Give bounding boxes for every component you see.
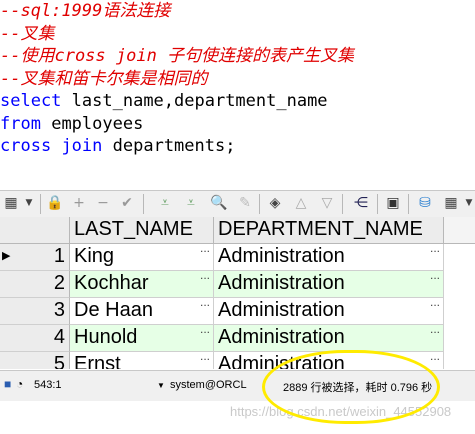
cell-last-name[interactable]: King...: [70, 244, 214, 271]
records-icon: ■: [4, 377, 12, 391]
clock-icon: ◔: [16, 377, 24, 391]
cell-department-name[interactable]: Administration...: [214, 271, 444, 298]
code-line: --叉集: [0, 23, 55, 44]
grid-toolbar: ▦ ▼ 🔒 + − ✔ ⩡ ⩡ 🔍 ✎ ◈ △ ▽ ⋲ ▣ ⛁ ▦ ▼: [0, 190, 475, 218]
cell-editor-button[interactable]: ...: [200, 325, 210, 342]
toolbar-separator: [377, 194, 378, 214]
sql-keyword: select: [0, 91, 62, 111]
cell-department-name[interactable]: Administration...: [214, 325, 444, 352]
cell-editor-button[interactable]: ...: [430, 244, 440, 261]
code-line: --叉集和笛卡尔集是相同的: [0, 68, 208, 89]
cell-editor-button[interactable]: ...: [430, 325, 440, 342]
code-line: --sql:1999语法连接: [0, 1, 171, 21]
sql-keyword: from: [0, 113, 41, 134]
sql-keyword: cross: [0, 136, 52, 156]
dropdown-arrow-icon[interactable]: ▼: [460, 194, 475, 212]
cell-editor-button[interactable]: ...: [430, 298, 440, 315]
query-by-example-icon[interactable]: ◈: [266, 194, 284, 212]
cell-text: King: [74, 245, 115, 267]
cell-text: Administration: [218, 272, 345, 294]
code-line: --使用cross join 子句使连接的表产生叉集: [0, 46, 355, 66]
column-header-department-name[interactable]: DEPARTMENT_NAME: [214, 217, 444, 244]
grid-menu-icon[interactable]: ▦: [2, 194, 20, 212]
current-row-indicator-icon: ▶: [2, 250, 11, 262]
cell-last-name[interactable]: Kochhar...: [70, 271, 214, 298]
sort-up-icon[interactable]: △: [292, 194, 310, 212]
find-icon[interactable]: 🔍: [210, 194, 228, 212]
code-line: from employees: [0, 113, 143, 136]
result-grid[interactable]: LAST_NAME DEPARTMENT_NAME 1 ▶ King... Admin…: [0, 217, 475, 369]
lock-icon[interactable]: 🔒: [46, 194, 64, 212]
explain-plan-icon[interactable]: ⋲: [352, 194, 370, 212]
toolbar-separator: [259, 194, 260, 214]
column-header-filler: [444, 217, 475, 244]
sql-keyword: join: [61, 136, 103, 156]
row-number[interactable]: 3: [0, 298, 70, 325]
column-header-label: LAST_NAME: [74, 218, 193, 240]
row-number[interactable]: 4: [0, 325, 70, 352]
cursor-position: 543:1: [34, 379, 62, 391]
cell-department-name[interactable]: Administration...: [214, 244, 444, 271]
sql-token: employees: [51, 113, 144, 134]
toolbar-separator: [342, 194, 343, 214]
export-icon[interactable]: ⛁: [416, 194, 434, 212]
clear-icon[interactable]: ✎: [236, 194, 254, 212]
grid-corner[interactable]: [0, 217, 70, 244]
cell-editor-button[interactable]: ...: [200, 271, 210, 288]
cell-editor-button[interactable]: ...: [200, 298, 210, 315]
toolbar-separator: [40, 194, 41, 214]
sql-token: departments;: [112, 136, 236, 156]
cell-text: Kochhar: [74, 272, 149, 294]
cell-text: Administration: [218, 299, 345, 321]
cell-last-name[interactable]: De Haan...: [70, 298, 214, 325]
delete-record-icon[interactable]: −: [94, 194, 112, 212]
code-line: cross join departments;: [0, 135, 235, 158]
connection-dropdown-icon[interactable]: ▼: [157, 381, 165, 390]
cell-text: Hunold: [74, 326, 138, 348]
row-number[interactable]: 5: [0, 352, 70, 369]
cell-department-name[interactable]: Administration...: [214, 298, 444, 325]
sort-down-icon[interactable]: ▽: [318, 194, 336, 212]
row-number[interactable]: 2: [0, 271, 70, 298]
code-line: select last_name,department_name: [0, 90, 328, 113]
toolbar-separator: [408, 194, 409, 214]
cell-editor-button[interactable]: ...: [200, 244, 210, 261]
cell-editor-button[interactable]: ...: [430, 271, 440, 288]
connection-name[interactable]: system@ORCL: [170, 379, 247, 391]
filter-clear-icon[interactable]: ⩡: [182, 194, 200, 212]
cell-text: De Haan: [74, 299, 153, 321]
cell-editor-button[interactable]: ...: [200, 352, 210, 369]
toolbar-separator: [143, 194, 144, 214]
add-record-icon[interactable]: +: [70, 194, 88, 212]
cell-editor-button[interactable]: ...: [430, 352, 440, 369]
cell-text: Administration: [218, 326, 345, 348]
cell-last-name[interactable]: Ernst...: [70, 352, 214, 369]
column-header-last-name[interactable]: LAST_NAME: [70, 217, 214, 244]
column-header-label: DEPARTMENT_NAME: [218, 218, 423, 240]
dropdown-arrow-icon[interactable]: ▼: [20, 194, 38, 212]
sql-token: last_name,department_name: [71, 91, 328, 111]
cell-text: Administration: [218, 245, 345, 267]
cell-last-name[interactable]: Hunold...: [70, 325, 214, 352]
more-icon[interactable]: ▦: [442, 194, 460, 212]
post-changes-icon[interactable]: ✔: [118, 194, 136, 212]
highlight-ellipse: [262, 350, 440, 424]
filter-down-icon[interactable]: ⩡: [156, 194, 174, 212]
cell-text: Ernst: [74, 353, 121, 369]
sql-editor[interactable]: --sql:1999语法连接 --叉集 --使用cross join 子句使连接的表…: [0, 0, 475, 190]
save-icon[interactable]: ▣: [384, 194, 402, 212]
